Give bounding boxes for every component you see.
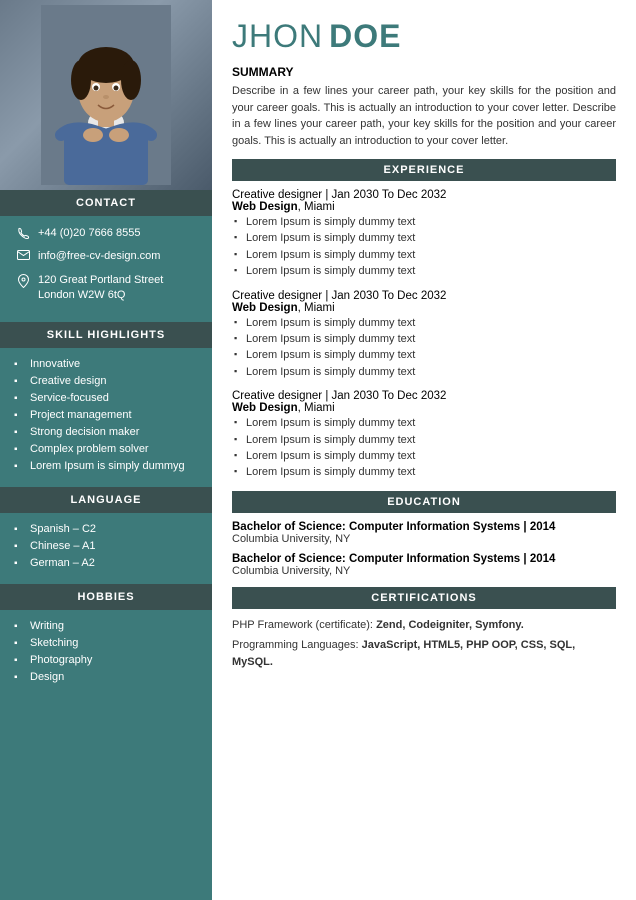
bullet-icon: ▪ <box>14 638 26 649</box>
exp3-company: Web Design, Miami <box>232 402 616 414</box>
bullet-icon: ▪ <box>14 655 26 666</box>
contact-section: +44 (0)20 7666 8555 info@free-cv-design.… <box>0 216 212 322</box>
list-item: Lorem Ipsum is simply dummy text <box>232 332 616 347</box>
cert2-text: Programming Languages: JavaScript, HTML5… <box>232 637 616 670</box>
skill-item: ▪Lorem Ipsum is simply dummyg <box>14 460 198 472</box>
list-item: Lorem Ipsum is simply dummy text <box>232 416 616 431</box>
certifications-header: CERTIFICATIONS <box>232 587 616 609</box>
summary-title: SUMMARY <box>232 65 616 79</box>
education-2: Bachelor of Science: Computer Informatio… <box>232 553 616 577</box>
email-icon <box>14 250 32 260</box>
edu2-institution: Columbia University, NY <box>232 565 616 577</box>
experience-3: Creative designer | Jan 2030 To Dec 2032… <box>232 390 616 481</box>
address-item: 120 Great Portland Street London W2W 6tQ <box>14 273 198 304</box>
bullet-icon: ▪ <box>14 444 26 455</box>
bullet-icon: ▪ <box>14 672 26 683</box>
hobbies-section: ▪Writing ▪Sketching ▪Photography ▪Design <box>0 610 212 698</box>
exp1-title: Creative designer | Jan 2030 To Dec 2032 <box>232 189 616 201</box>
bullet-icon: ▪ <box>14 410 26 421</box>
education-header: EDUCATION <box>232 491 616 513</box>
exp2-list: Lorem Ipsum is simply dummy text Lorem I… <box>232 316 616 381</box>
skill-item: ▪Strong decision maker <box>14 426 198 438</box>
list-item: Lorem Ipsum is simply dummy text <box>232 433 616 448</box>
bullet-icon: ▪ <box>14 427 26 438</box>
first-name: JHON <box>232 18 323 54</box>
skills-section: ▪Innovative ▪Creative design ▪Service-focu… <box>0 348 212 487</box>
skill-item: ▪Project management <box>14 409 198 421</box>
list-item: Lorem Ipsum is simply dummy text <box>232 264 616 279</box>
language-item: ▪German – A2 <box>14 557 198 569</box>
bullet-icon: ▪ <box>14 541 26 552</box>
experience-1: Creative designer | Jan 2030 To Dec 2032… <box>232 189 616 280</box>
bullet-icon: ▪ <box>14 524 26 535</box>
hobby-item: ▪Writing <box>14 620 198 632</box>
list-item: Lorem Ipsum is simply dummy text <box>232 465 616 480</box>
sidebar: CONTACT +44 (0)20 7666 8555 info@free-cv… <box>0 0 212 900</box>
phone-item: +44 (0)20 7666 8555 <box>14 226 198 241</box>
language-item: ▪Chinese – A1 <box>14 540 198 552</box>
hobbies-header: HOBBIES <box>0 584 212 610</box>
bullet-icon: ▪ <box>14 393 26 404</box>
hobby-item: ▪Photography <box>14 654 198 666</box>
list-item: Lorem Ipsum is simply dummy text <box>232 231 616 246</box>
list-item: Lorem Ipsum is simply dummy text <box>232 449 616 464</box>
bullet-icon: ▪ <box>14 376 26 387</box>
email-item: info@free-cv-design.com <box>14 249 198 264</box>
last-name: DOE <box>329 18 401 54</box>
language-item: ▪Spanish – C2 <box>14 523 198 535</box>
list-item: Lorem Ipsum is simply dummy text <box>232 348 616 363</box>
list-item: Lorem Ipsum is simply dummy text <box>232 365 616 380</box>
exp1-list: Lorem Ipsum is simply dummy text Lorem I… <box>232 215 616 280</box>
exp1-company: Web Design, Miami <box>232 201 616 213</box>
skill-item: ▪Creative design <box>14 375 198 387</box>
edu1-institution: Columbia University, NY <box>232 533 616 545</box>
language-section: ▪Spanish – C2 ▪Chinese – A1 ▪German – A2 <box>0 513 212 584</box>
edu1-title: Bachelor of Science: Computer Informatio… <box>232 521 616 533</box>
name-block: JHONDOE <box>232 18 616 55</box>
bullet-icon: ▪ <box>14 461 26 472</box>
experience-header: EXPERIENCE <box>232 159 616 181</box>
main-content: JHONDOE SUMMARY Describe in a few lines … <box>212 0 636 900</box>
hobby-item: ▪Sketching <box>14 637 198 649</box>
list-item: Lorem Ipsum is simply dummy text <box>232 316 616 331</box>
exp3-list: Lorem Ipsum is simply dummy text Lorem I… <box>232 416 616 481</box>
exp2-title: Creative designer | Jan 2030 To Dec 2032 <box>232 290 616 302</box>
education-1: Bachelor of Science: Computer Informatio… <box>232 521 616 545</box>
summary-text: Describe in a few lines your career path… <box>232 83 616 149</box>
edu2-title: Bachelor of Science: Computer Informatio… <box>232 553 616 565</box>
list-item: Lorem Ipsum is simply dummy text <box>232 215 616 230</box>
exp3-title: Creative designer | Jan 2030 To Dec 2032 <box>232 390 616 402</box>
phone-text: +44 (0)20 7666 8555 <box>38 226 140 241</box>
skill-item: ▪Service-focused <box>14 392 198 404</box>
skill-item: ▪Innovative <box>14 358 198 370</box>
bullet-icon: ▪ <box>14 359 26 370</box>
location-icon <box>14 274 32 288</box>
bullet-icon: ▪ <box>14 621 26 632</box>
cert1-text: PHP Framework (certificate): Zend, Codei… <box>232 617 616 634</box>
bullet-icon: ▪ <box>14 558 26 569</box>
language-header: LANGUAGE <box>0 487 212 513</box>
skills-header: SKILL HIGHLIGHTS <box>0 322 212 348</box>
experience-2: Creative designer | Jan 2030 To Dec 2032… <box>232 290 616 381</box>
exp2-company: Web Design, Miami <box>232 302 616 314</box>
address-text: 120 Great Portland Street London W2W 6tQ <box>38 273 163 304</box>
skill-item: ▪Complex problem solver <box>14 443 198 455</box>
phone-icon <box>14 227 32 240</box>
email-text: info@free-cv-design.com <box>38 249 160 264</box>
hobby-item: ▪Design <box>14 671 198 683</box>
list-item: Lorem Ipsum is simply dummy text <box>232 248 616 263</box>
profile-photo <box>0 0 212 190</box>
contact-header: CONTACT <box>0 190 212 216</box>
